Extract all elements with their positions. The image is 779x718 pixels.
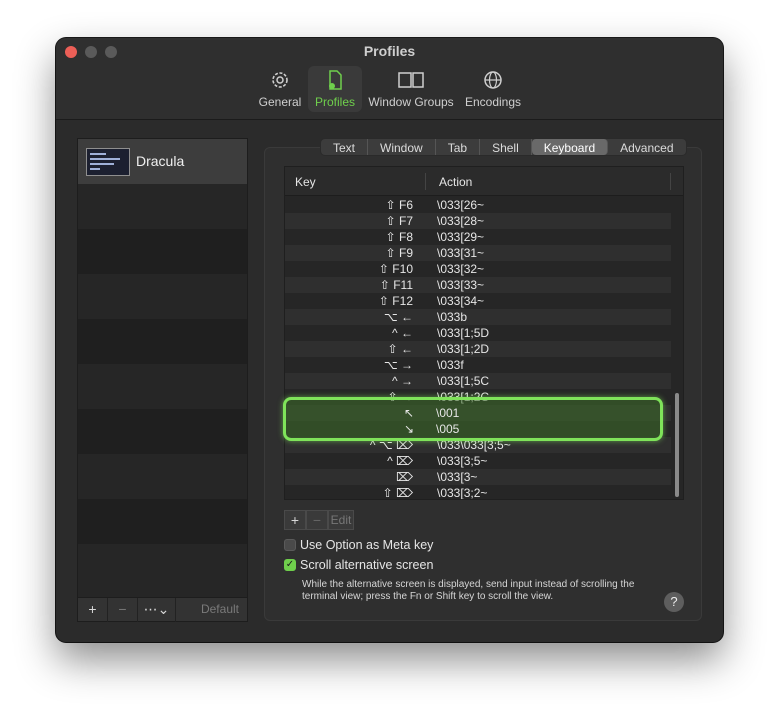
tab-advanced[interactable]: Advanced bbox=[608, 139, 685, 155]
table-row[interactable]: ↘ \005 bbox=[286, 421, 660, 437]
profile-actions-menu[interactable]: ⋯⌄ bbox=[138, 598, 176, 622]
window-groups-icon bbox=[398, 72, 424, 88]
profile-name: Dracula bbox=[136, 153, 185, 169]
action-cell: \033[1;5D bbox=[437, 326, 490, 340]
table-row[interactable]: ⇧ ← \033[1;2D bbox=[285, 341, 671, 357]
help-button[interactable]: ? bbox=[664, 592, 684, 612]
key-cell: ^ ← bbox=[392, 326, 413, 340]
tab-keyboard[interactable]: Keyboard bbox=[531, 139, 609, 155]
table-row[interactable]: ⌦ \033[3~ bbox=[285, 469, 671, 485]
table-row[interactable]: ⇧ F11 \033[33~ bbox=[285, 277, 671, 293]
action-cell: \033[34~ bbox=[437, 294, 485, 308]
remove-profile-button[interactable]: − bbox=[108, 598, 138, 622]
action-cell: \033[3;2~ bbox=[437, 486, 488, 500]
toolbar-profiles[interactable]: Profiles bbox=[308, 66, 362, 112]
action-cell: \033[3;5~ bbox=[437, 454, 488, 468]
table-row[interactable]: ⇧ ⌦ \033[3;2~ bbox=[285, 485, 671, 500]
toolbar-encodings[interactable]: Encodings bbox=[460, 66, 526, 112]
key-cell: ⇧ F10 bbox=[378, 262, 413, 276]
key-cell: ⇧ F9 bbox=[385, 246, 413, 260]
table-scrollbar[interactable] bbox=[675, 393, 679, 497]
table-row[interactable]: ⇧ F10 \033[32~ bbox=[285, 261, 671, 277]
action-cell: \033[1;2D bbox=[437, 342, 490, 356]
action-cell: \033[32~ bbox=[437, 262, 485, 276]
table-row[interactable]: ↖ \001 bbox=[286, 405, 660, 421]
table-row[interactable]: ⌥ ← \033b bbox=[285, 309, 671, 325]
default-button[interactable]: Default bbox=[201, 602, 239, 616]
window-title: Profiles bbox=[363, 43, 416, 59]
table-row[interactable]: ⇧ F8 \033[29~ bbox=[285, 229, 671, 245]
toolbar-label: Window Groups bbox=[368, 95, 454, 109]
key-cell: ^ → bbox=[392, 374, 413, 388]
key-cell: ⇧ ← bbox=[387, 342, 413, 356]
table-row[interactable]: ^ → \033[1;5C bbox=[285, 373, 671, 389]
table-controls: + − Edit bbox=[284, 510, 354, 530]
column-header-action[interactable]: Action bbox=[439, 175, 472, 189]
key-cell: ⇧ F6 bbox=[385, 198, 413, 212]
key-cell: ⌥ ← bbox=[383, 310, 413, 324]
globe-icon bbox=[484, 71, 502, 89]
key-cell: ⌥ → bbox=[383, 358, 413, 372]
key-cell: ⇧ F11 bbox=[379, 278, 413, 292]
settings-tabs: Text Window Tab Shell Keyboard Advanced bbox=[320, 138, 687, 156]
action-cell: \033[26~ bbox=[437, 198, 485, 212]
key-cell: ^ ⌦ bbox=[387, 454, 413, 468]
action-cell: \033[3~ bbox=[437, 470, 478, 484]
action-cell: \033[28~ bbox=[437, 214, 485, 228]
key-cell: ⌦ bbox=[396, 470, 413, 484]
gear-icon bbox=[272, 72, 288, 88]
key-cell: ⇧ F12 bbox=[378, 294, 413, 308]
toolbar-label: Profiles bbox=[314, 95, 355, 109]
action-cell: \033[33~ bbox=[437, 278, 485, 292]
sidebar-footer: + − ⋯⌄ Default bbox=[78, 597, 247, 622]
table-row[interactable]: ^ ⌦ \033[3;5~ bbox=[285, 453, 671, 469]
scroll-alt-checkbox[interactable]: ✓ bbox=[284, 559, 296, 571]
profile-doc-icon bbox=[329, 70, 342, 90]
action-cell: \033[1;5C bbox=[437, 374, 490, 388]
key-cell: ⇧ F7 bbox=[385, 214, 413, 228]
titlebar: Profiles General Profiles Window Groups bbox=[56, 38, 723, 120]
table-row[interactable]: ⌥ → \033f bbox=[285, 357, 671, 373]
table-row[interactable]: ⇧ F6 \033[26~ bbox=[285, 197, 671, 213]
toolbar-window-groups[interactable]: Window Groups bbox=[368, 66, 454, 112]
toolbar-general[interactable]: General bbox=[256, 66, 304, 112]
column-header-key[interactable]: Key bbox=[295, 175, 316, 189]
table-header: Key Action bbox=[285, 167, 683, 196]
tab-tab[interactable]: Tab bbox=[436, 139, 481, 155]
scroll-alt-description: While the alternative screen is displaye… bbox=[302, 579, 635, 602]
action-cell: \033[31~ bbox=[437, 246, 485, 260]
key-mapping-table[interactable]: Key Action ⇧ F6 \033[26~ ⇧ F7 \033[28~ ⇧ F8 \… bbox=[284, 166, 684, 500]
tab-window[interactable]: Window bbox=[368, 139, 436, 155]
key-cell: ⇧ F8 bbox=[385, 230, 413, 244]
profiles-window: Profiles General Profiles Window Groups bbox=[56, 38, 723, 642]
action-cell: \033[29~ bbox=[437, 230, 485, 244]
table-row[interactable]: ⇧ F7 \033[28~ bbox=[285, 213, 671, 229]
edit-mapping-button[interactable]: Edit bbox=[328, 510, 354, 530]
tab-shell[interactable]: Shell bbox=[480, 139, 532, 155]
toolbar-label: General bbox=[258, 95, 302, 109]
highlighted-rows: ↖ \001 ↘ \005 bbox=[283, 397, 663, 441]
table-row[interactable]: ^ ← \033[1;5D bbox=[285, 325, 671, 341]
remove-mapping-button[interactable]: − bbox=[306, 510, 328, 530]
key-cell: ⇧ ⌦ bbox=[382, 486, 413, 500]
add-profile-button[interactable]: + bbox=[78, 598, 108, 622]
action-cell: \033f bbox=[437, 358, 464, 372]
profile-thumbnail bbox=[86, 148, 130, 176]
tab-text[interactable]: Text bbox=[321, 139, 369, 155]
add-mapping-button[interactable]: + bbox=[284, 510, 306, 530]
toolbar-label: Encodings bbox=[464, 95, 522, 109]
table-row[interactable]: ⇧ F9 \033[31~ bbox=[285, 245, 671, 261]
action-cell: \033b bbox=[437, 310, 468, 324]
table-rows: ⇧ F6 \033[26~ ⇧ F7 \033[28~ ⇧ F8 \033[29~ ⇧ F9… bbox=[285, 197, 671, 500]
table-row[interactable]: ⇧ F12 \033[34~ bbox=[285, 293, 671, 309]
meta-key-checkbox[interactable] bbox=[284, 539, 296, 551]
profiles-list[interactable]: Dracula + − ⋯⌄ Default bbox=[77, 138, 248, 622]
profile-item-dracula[interactable]: Dracula bbox=[78, 139, 247, 184]
